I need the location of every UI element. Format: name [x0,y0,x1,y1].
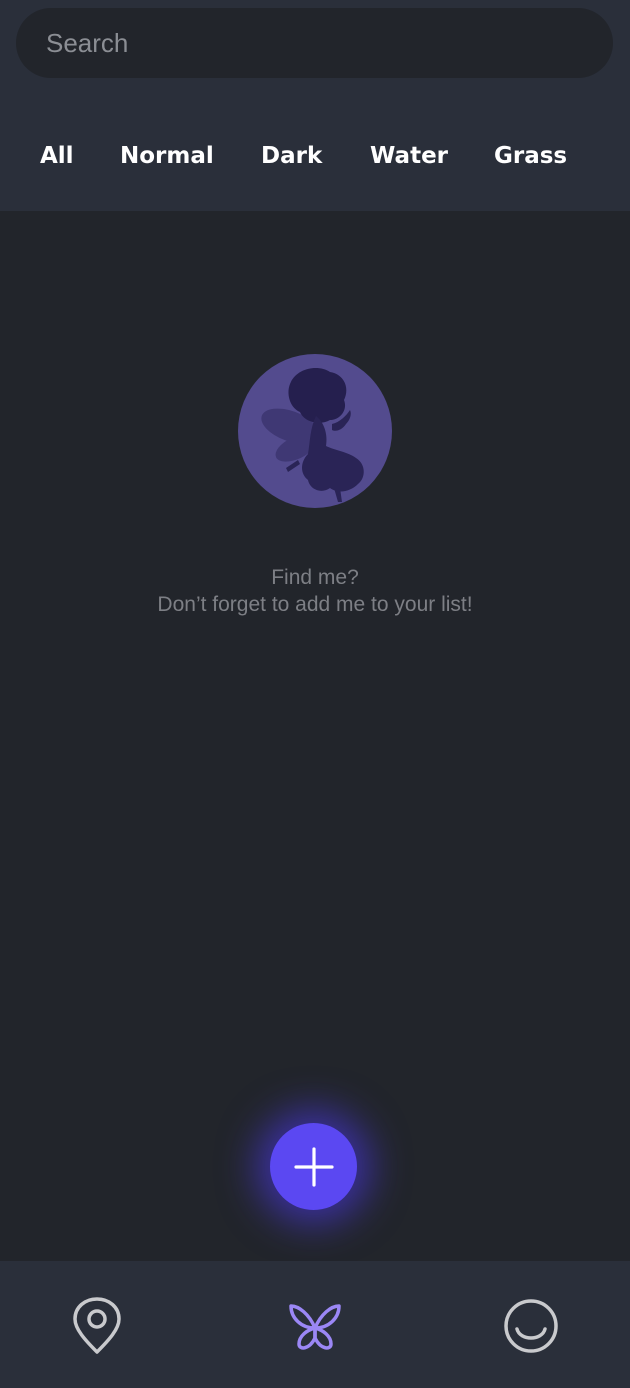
filter-tabs: All Normal Dark Water Grass [0,128,630,184]
fairy-silhouette-icon [238,354,392,508]
nav-item-profile[interactable] [496,1291,566,1361]
add-button[interactable] [270,1123,357,1210]
plus-icon [293,1146,334,1187]
nav-item-map[interactable] [62,1291,132,1361]
butterfly-icon [289,1304,341,1350]
smile-icon [504,1299,558,1353]
search-bar[interactable] [16,8,613,78]
nav-item-collection[interactable] [280,1291,350,1361]
top-panel: All Normal Dark Water Grass [0,0,630,211]
tab-grass[interactable]: Grass [494,128,567,184]
bottom-nav [0,1261,630,1388]
empty-title: Find me? [271,566,359,589]
tab-dark[interactable]: Dark [261,128,322,184]
map-pin-icon [73,1297,121,1354]
tab-normal[interactable]: Normal [120,128,214,184]
app-screen: All Normal Dark Water Grass [0,0,630,1388]
empty-subtitle: Don’t forget to add me to your list! [157,593,473,616]
tab-all[interactable]: All [40,128,74,184]
search-input[interactable] [44,26,588,60]
tab-water[interactable]: Water [370,128,448,184]
